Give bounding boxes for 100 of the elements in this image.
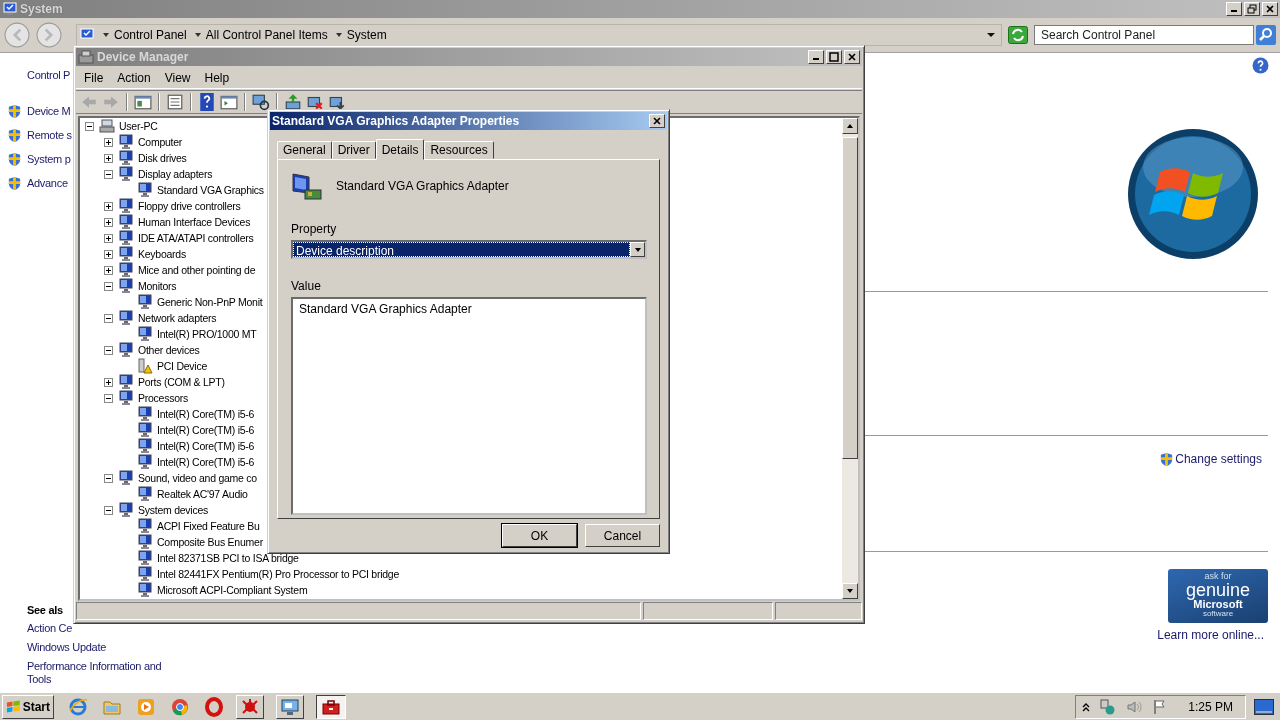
tree-item[interactable]: Microsoft ACPI-Compliant System (157, 584, 308, 596)
caret-icon[interactable] (193, 31, 202, 39)
tree-item[interactable]: Intel 82371SB PCI to ISA bridge (157, 552, 299, 564)
tree-item[interactable]: Realtek AC'97 Audio (157, 488, 248, 500)
tree-item[interactable]: Keyboards (138, 248, 186, 260)
see-also-link[interactable]: Performance Information and Tools (27, 660, 177, 686)
tree-item[interactable]: Sound, video and game co (138, 472, 257, 484)
tree-item[interactable]: Intel(R) Core(TM) i5-6 (157, 424, 255, 436)
update-driver-icon[interactable] (284, 93, 302, 111)
maximize-button[interactable] (826, 50, 842, 64)
tree-item[interactable]: Standard VGA Graphics (157, 184, 264, 196)
collapse-button[interactable] (104, 473, 116, 483)
caret-icon[interactable] (102, 31, 110, 39)
task-link[interactable]: Advance (27, 177, 68, 189)
tree-item[interactable]: Processors (138, 392, 188, 404)
scroll-down-button[interactable] (842, 583, 858, 599)
tree-item[interactable]: IDE ATA/ATAPI controllers (138, 232, 254, 244)
minimize-button[interactable] (808, 50, 824, 64)
genuine-microsoft-badge[interactable]: ask for genuine Microsoft software (1168, 569, 1268, 623)
menu-item[interactable]: View (160, 70, 195, 85)
collapse-button[interactable] (104, 345, 116, 355)
tree-item[interactable]: Network adapters (138, 312, 217, 324)
task-link[interactable]: Remote s (27, 129, 72, 141)
collapse-button[interactable] (104, 505, 116, 515)
task-link[interactable]: System p (27, 153, 71, 165)
caret-icon[interactable] (334, 31, 343, 39)
panel-icon[interactable] (220, 93, 238, 111)
control-panel-home-link[interactable]: Control P (27, 69, 71, 81)
tree-item[interactable]: Intel 82441FX Pentium(R) Pro Processor to PCI bridge (157, 568, 400, 580)
search-field[interactable]: Search Control Panel (1034, 25, 1254, 45)
tab[interactable]: Details (375, 139, 425, 160)
expand-button[interactable] (104, 217, 116, 227)
tree-item[interactable]: System devices (138, 504, 209, 516)
cancel-button[interactable]: Cancel (585, 524, 660, 547)
close-button[interactable] (649, 114, 665, 128)
media-player-icon[interactable] (136, 696, 156, 717)
tree-item[interactable]: Intel(R) Core(TM) i5-6 (157, 408, 255, 420)
see-also-link[interactable]: Action Ce (27, 622, 177, 635)
tree-item[interactable]: Generic Non-PnP Monit (157, 296, 263, 308)
properties-icon[interactable] (166, 93, 184, 111)
search-button[interactable] (1256, 25, 1276, 45)
opera-icon[interactable] (204, 696, 224, 717)
tree-item[interactable]: Human Interface Devices (138, 216, 251, 228)
tab[interactable]: General (277, 141, 332, 159)
restore-button[interactable] (1244, 2, 1260, 16)
learn-more-link[interactable]: Learn more online... (1157, 628, 1264, 642)
task-link[interactable]: Device M (27, 105, 71, 117)
value-item[interactable]: Standard VGA Graphics Adapter (299, 302, 472, 316)
tree-item[interactable]: Ports (COM & LPT) (138, 376, 225, 388)
tree-item[interactable]: User-PC (119, 120, 158, 132)
expand-button[interactable] (104, 265, 116, 275)
help-icon[interactable] (1252, 57, 1269, 74)
close-button[interactable] (1262, 2, 1278, 16)
tab[interactable]: Resources (424, 141, 494, 159)
tree-item[interactable]: Mice and other pointing de (138, 264, 256, 276)
breadcrumb-item[interactable]: System (346, 28, 387, 42)
start-button[interactable]: Start (2, 694, 54, 719)
chrome-icon[interactable] (170, 696, 190, 717)
breadcrumb-item[interactable]: All Control Panel Items (205, 28, 328, 42)
browser-icon[interactable] (68, 696, 88, 717)
tree-item[interactable]: Other devices (138, 344, 200, 356)
show-hidden-icons-button[interactable] (1082, 701, 1091, 712)
tree-item[interactable]: ACPI Fixed Feature Bu (157, 520, 260, 532)
tree-item[interactable]: PCI Device (157, 360, 207, 372)
expand-button[interactable] (104, 201, 116, 211)
tree-item[interactable]: Computer (138, 136, 183, 148)
scroll-up-button[interactable] (842, 118, 858, 134)
expand-button[interactable] (104, 377, 116, 387)
minimize-button[interactable] (1226, 2, 1242, 16)
console-tree-icon[interactable] (134, 93, 152, 111)
see-also-link[interactable]: Windows Update (27, 641, 177, 654)
collapse-button[interactable] (104, 393, 116, 403)
tab[interactable]: Driver (331, 141, 376, 159)
tree-item[interactable]: Disk drives (138, 152, 187, 164)
tree-item[interactable]: Intel(R) Core(TM) i5-6 (157, 440, 255, 452)
refresh-button[interactable] (1008, 26, 1028, 44)
collapse-button[interactable] (104, 169, 116, 179)
tree-item[interactable]: Monitors (138, 280, 177, 292)
tree-item[interactable]: Intel(R) PRO/1000 MT (157, 328, 257, 340)
expand-button[interactable] (104, 153, 116, 163)
address-bar[interactable]: Control Panel All Control Panel Items System (76, 24, 1002, 46)
help-icon[interactable] (198, 93, 216, 111)
taskbar-window-button[interactable] (316, 694, 346, 719)
tree-item[interactable]: Floppy drive controllers (138, 200, 241, 212)
change-settings-link[interactable]: Change settings (1175, 452, 1262, 466)
menu-item[interactable]: Action (113, 70, 155, 85)
menu-item[interactable]: File (80, 70, 108, 85)
expand-button[interactable] (104, 233, 116, 243)
tree-item[interactable]: Intel(R) Core(TM) i5-6 (157, 456, 255, 468)
collapse-button[interactable] (104, 313, 116, 323)
scrollbar-thumb[interactable] (842, 137, 858, 459)
collapse-button[interactable] (85, 121, 97, 131)
show-desktop-button[interactable] (1254, 698, 1274, 715)
clock[interactable]: 1:25 PM (1188, 699, 1233, 714)
scan-icon[interactable] (252, 93, 270, 111)
close-button[interactable] (844, 50, 860, 64)
breadcrumb-item[interactable]: Control Panel (114, 28, 187, 42)
expand-button[interactable] (104, 249, 116, 259)
tree-item[interactable]: Composite Bus Enumer (157, 536, 263, 548)
expand-button[interactable] (104, 137, 116, 147)
